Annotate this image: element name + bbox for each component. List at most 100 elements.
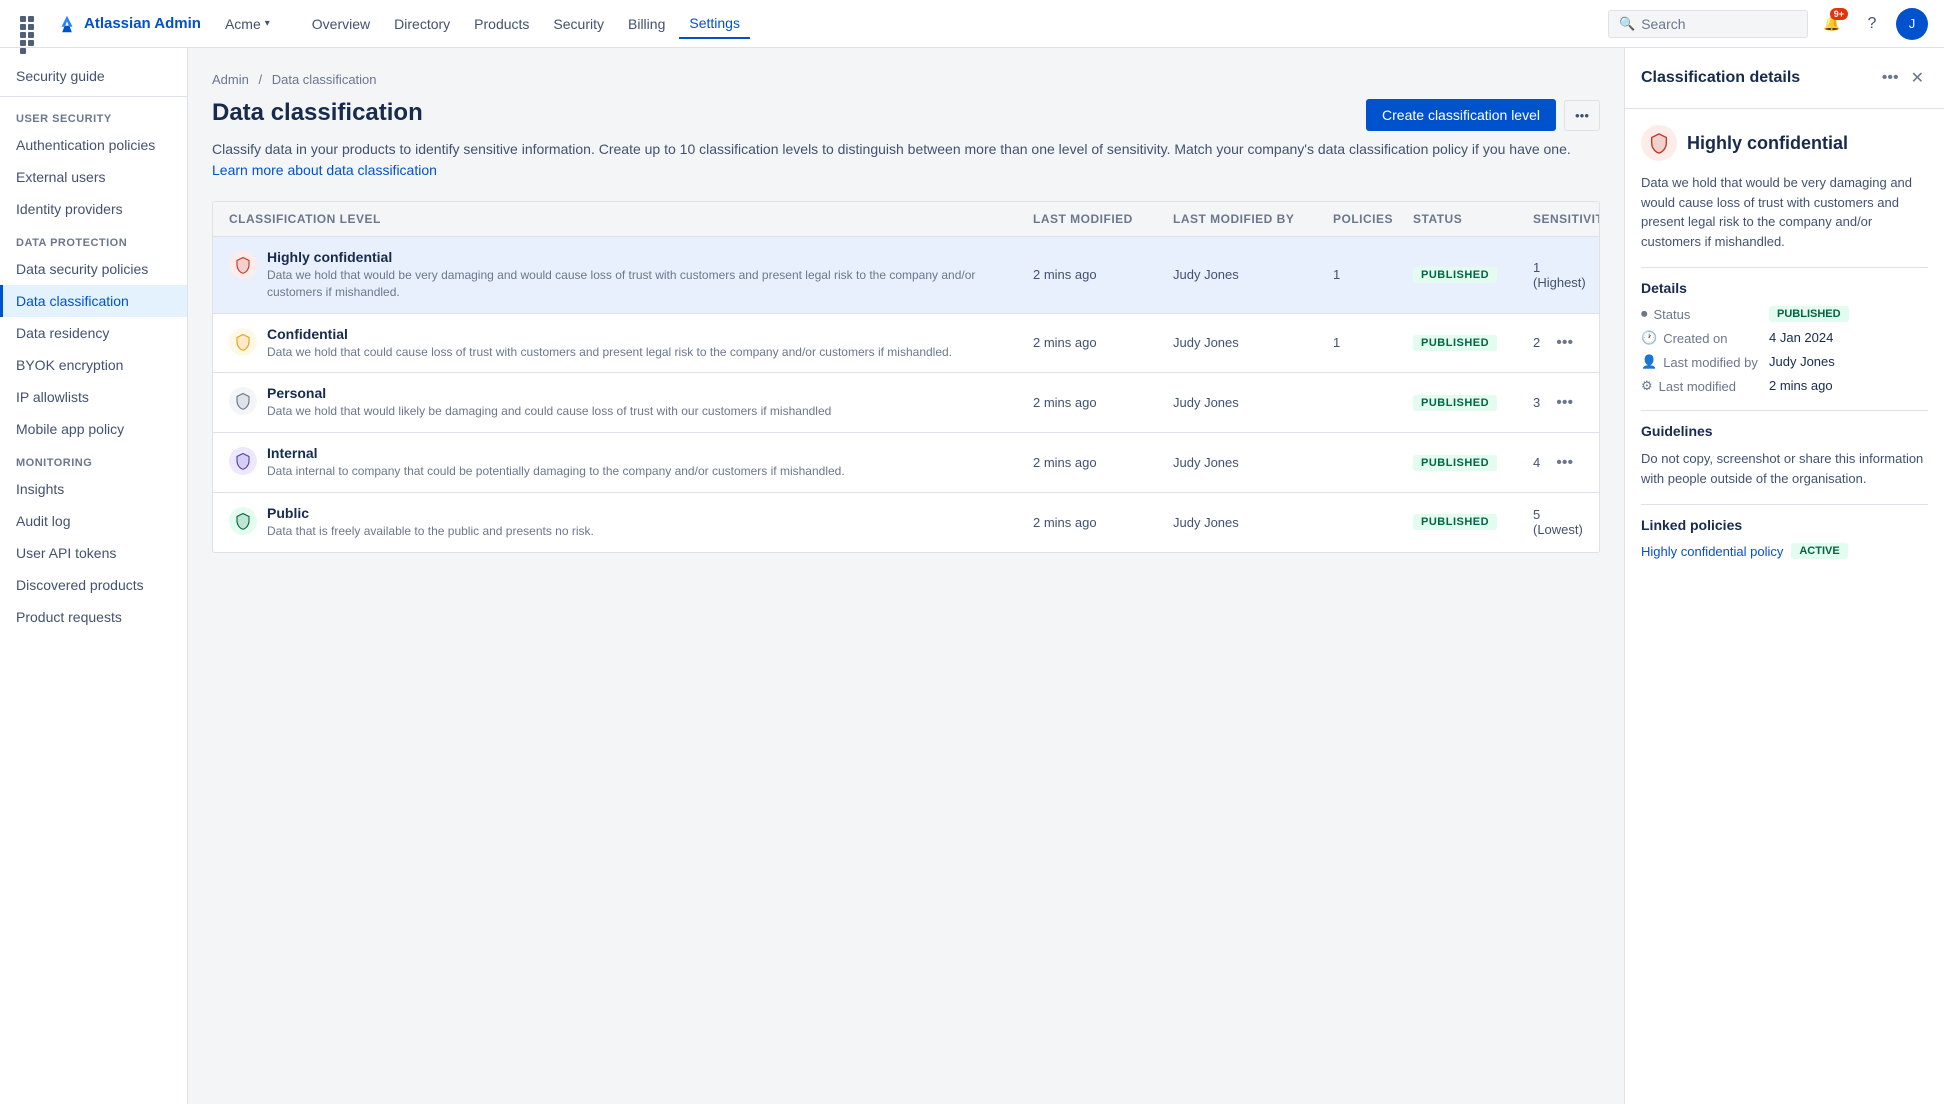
nav-directory[interactable]: Directory [384,10,460,38]
table-row[interactable]: Personal Data we hold that would likely … [213,373,1599,433]
sidebar-item-auth-policies[interactable]: Authentication policies [0,129,187,161]
row-more-button[interactable]: ••• [1548,450,1581,476]
detail-modified-by-value: Judy Jones [1769,354,1835,369]
classification-name: Public [267,505,594,521]
more-options-button[interactable]: ••• [1564,100,1600,131]
shield-icon [229,447,257,475]
table-row[interactable]: Internal Data internal to company that c… [213,433,1599,493]
detail-level-name: Highly confidential [1687,133,1848,154]
linked-policy-status-badge: ACTIVE [1791,543,1847,559]
nav-products[interactable]: Products [464,10,539,38]
classification-text: Highly confidential Data we hold that wo… [267,249,1033,301]
status-cell: PUBLISHED [1413,335,1533,351]
col-sensitivity: Sensitivity i [1533,212,1583,226]
sidebar-item-data-classification[interactable]: Data classification [0,285,187,317]
row-more-button[interactable]: ••• [1548,390,1581,416]
detail-section-guidelines: Guidelines Do not copy, screenshot or sh… [1641,423,1928,488]
org-selector[interactable]: Acme ▾ [217,12,278,36]
page-title: Data classification [212,99,423,127]
app-body: Security guide USER SECURITY Authenticat… [0,48,1944,1104]
nav-security[interactable]: Security [543,10,614,38]
row-more-button[interactable]: ••• [1591,509,1600,535]
modified-by-cell: Judy Jones [1173,267,1333,282]
sidebar-item-data-security-policies[interactable]: Data security policies [0,253,187,285]
user-avatar[interactable]: J [1896,8,1928,40]
sidebar-section-user-security: USER SECURITY [0,101,187,129]
table-row[interactable]: Public Data that is freely available to … [213,493,1599,552]
status-badge: PUBLISHED [1413,514,1497,530]
linked-policy-link[interactable]: Highly confidential policy [1641,544,1783,559]
sidebar-item-identity-providers[interactable]: Identity providers [0,193,187,225]
sidebar-item-user-api-tokens[interactable]: User API tokens [0,537,187,569]
breadcrumb-admin[interactable]: Admin [212,72,249,87]
col-status: Status [1413,212,1533,226]
notification-bell[interactable]: 🔔 9+ [1816,8,1848,40]
sidebar-section-data-protection: DATA PROTECTION [0,225,187,253]
last-modified-cell: 2 mins ago [1033,395,1173,410]
status-badge: PUBLISHED [1413,267,1497,283]
detail-modified-by-label: 👤 Last modified by [1641,354,1761,370]
top-nav: Atlassian Admin Acme ▾ Overview Director… [0,0,1944,48]
learn-more-link[interactable]: Learn more about data classification [212,162,437,178]
last-modified-cell: 2 mins ago [1033,455,1173,470]
classification-text: Personal Data we hold that would likely … [267,385,831,420]
classification-table: Classification level Last modified Last … [212,201,1600,553]
shield-icon [229,328,257,356]
create-classification-button[interactable]: Create classification level [1366,99,1556,131]
sidebar-item-audit-log[interactable]: Audit log [0,505,187,537]
row-more-button[interactable]: ••• [1594,262,1600,288]
detail-last-modified-value: 2 mins ago [1769,378,1833,393]
table-row[interactable]: Confidential Data we hold that could cau… [213,314,1599,374]
search-box[interactable]: 🔍 Search [1608,10,1808,38]
shield-icon [229,507,257,535]
atlassian-logo: Atlassian Admin [56,13,201,35]
search-icon: 🔍 [1619,16,1635,32]
sidebar-item-external-users[interactable]: External users [0,161,187,193]
main-content: Admin / Data classification Data classif… [188,48,1624,1104]
nav-billing[interactable]: Billing [618,10,675,38]
detail-details-title: Details [1641,280,1928,296]
detail-more-button[interactable]: ••• [1878,65,1903,91]
policies-cell: 1 [1333,335,1413,350]
detail-linked-policies-title: Linked policies [1641,517,1928,533]
classification-desc: Data we hold that would be very damaging… [267,267,1033,301]
classification-desc: Data that is freely available to the pub… [267,523,594,540]
sidebar-item-ip-allowlists[interactable]: IP allowlists [0,381,187,413]
sidebar-item-data-residency[interactable]: Data residency [0,317,187,349]
detail-status-label: ⏺ Status [1641,306,1761,322]
nav-overview[interactable]: Overview [302,10,380,38]
classification-text: Confidential Data we hold that could cau… [267,326,952,361]
sidebar-item-insights[interactable]: Insights [0,473,187,505]
detail-level-icon [1641,125,1677,161]
classification-text: Public Data that is freely available to … [267,505,594,540]
help-button[interactable]: ? [1856,8,1888,40]
sidebar-item-product-requests[interactable]: Product requests [0,601,187,633]
sidebar: Security guide USER SECURITY Authenticat… [0,48,188,1104]
row-more-button[interactable]: ••• [1548,330,1581,356]
sidebar-item-discovered-products[interactable]: Discovered products [0,569,187,601]
classification-desc: Data we hold that would likely be damagi… [267,403,831,420]
detail-modified-by-row: 👤 Last modified by Judy Jones [1641,354,1928,370]
table-header: Classification level Last modified Last … [213,202,1599,237]
nav-settings[interactable]: Settings [679,9,750,39]
detail-panel: Classification details ••• ✕ Highly conf… [1624,48,1944,1104]
sensitivity-cell: 3 ••• [1533,390,1583,416]
detail-guidelines-title: Guidelines [1641,423,1928,439]
table-row[interactable]: Highly confidential Data we hold that wo… [213,237,1599,314]
detail-divider-3 [1641,504,1928,505]
status-badge: PUBLISHED [1413,455,1497,471]
sidebar-divider [0,96,187,97]
sidebar-item-security-guide[interactable]: Security guide [0,60,187,92]
col-policies: Policies [1333,212,1413,226]
breadcrumb: Admin / Data classification [212,72,1600,87]
classification-name-cell: Internal Data internal to company that c… [229,445,1033,480]
grid-icon[interactable] [16,12,40,36]
last-modified-cell: 2 mins ago [1033,267,1173,282]
detail-status-row: ⏺ Status PUBLISHED [1641,306,1928,322]
sidebar-item-byok-encryption[interactable]: BYOK encryption [0,349,187,381]
sidebar-item-mobile-app-policy[interactable]: Mobile app policy [0,413,187,445]
detail-close-button[interactable]: ✕ [1907,64,1928,92]
last-modified-cell: 2 mins ago [1033,515,1173,530]
policies-cell: 1 [1333,267,1413,282]
status-cell: PUBLISHED [1413,267,1533,283]
